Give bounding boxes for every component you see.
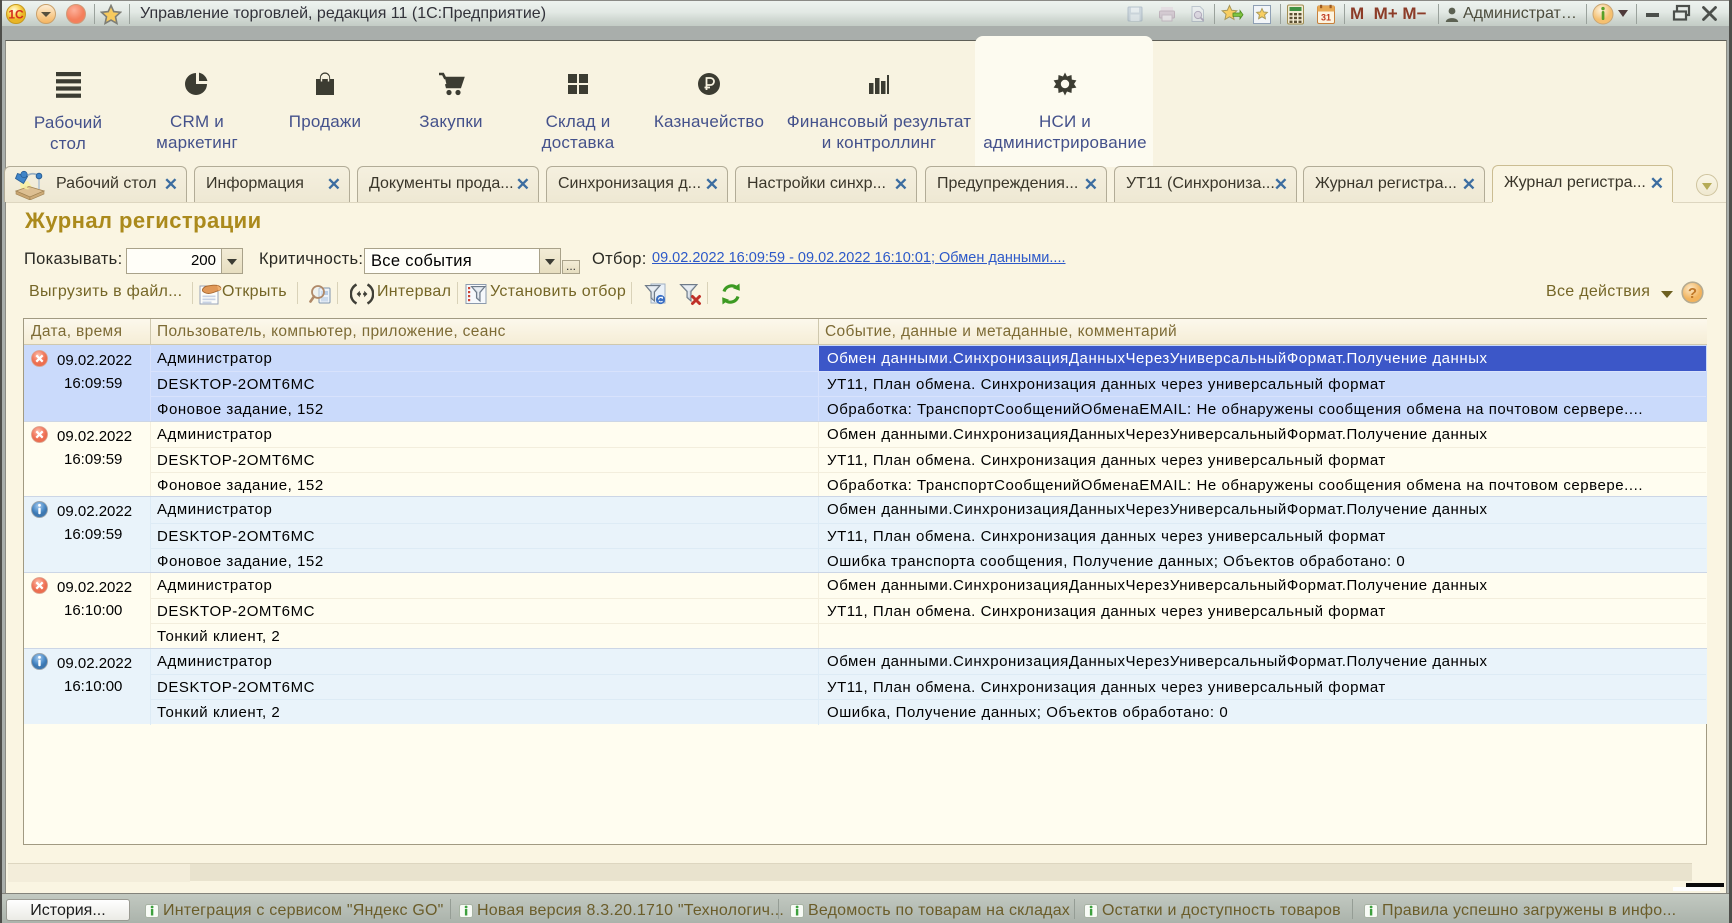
svg-text:1С: 1С xyxy=(8,8,24,22)
svg-text:31: 31 xyxy=(1321,13,1331,23)
svg-text:?: ? xyxy=(1688,285,1697,302)
